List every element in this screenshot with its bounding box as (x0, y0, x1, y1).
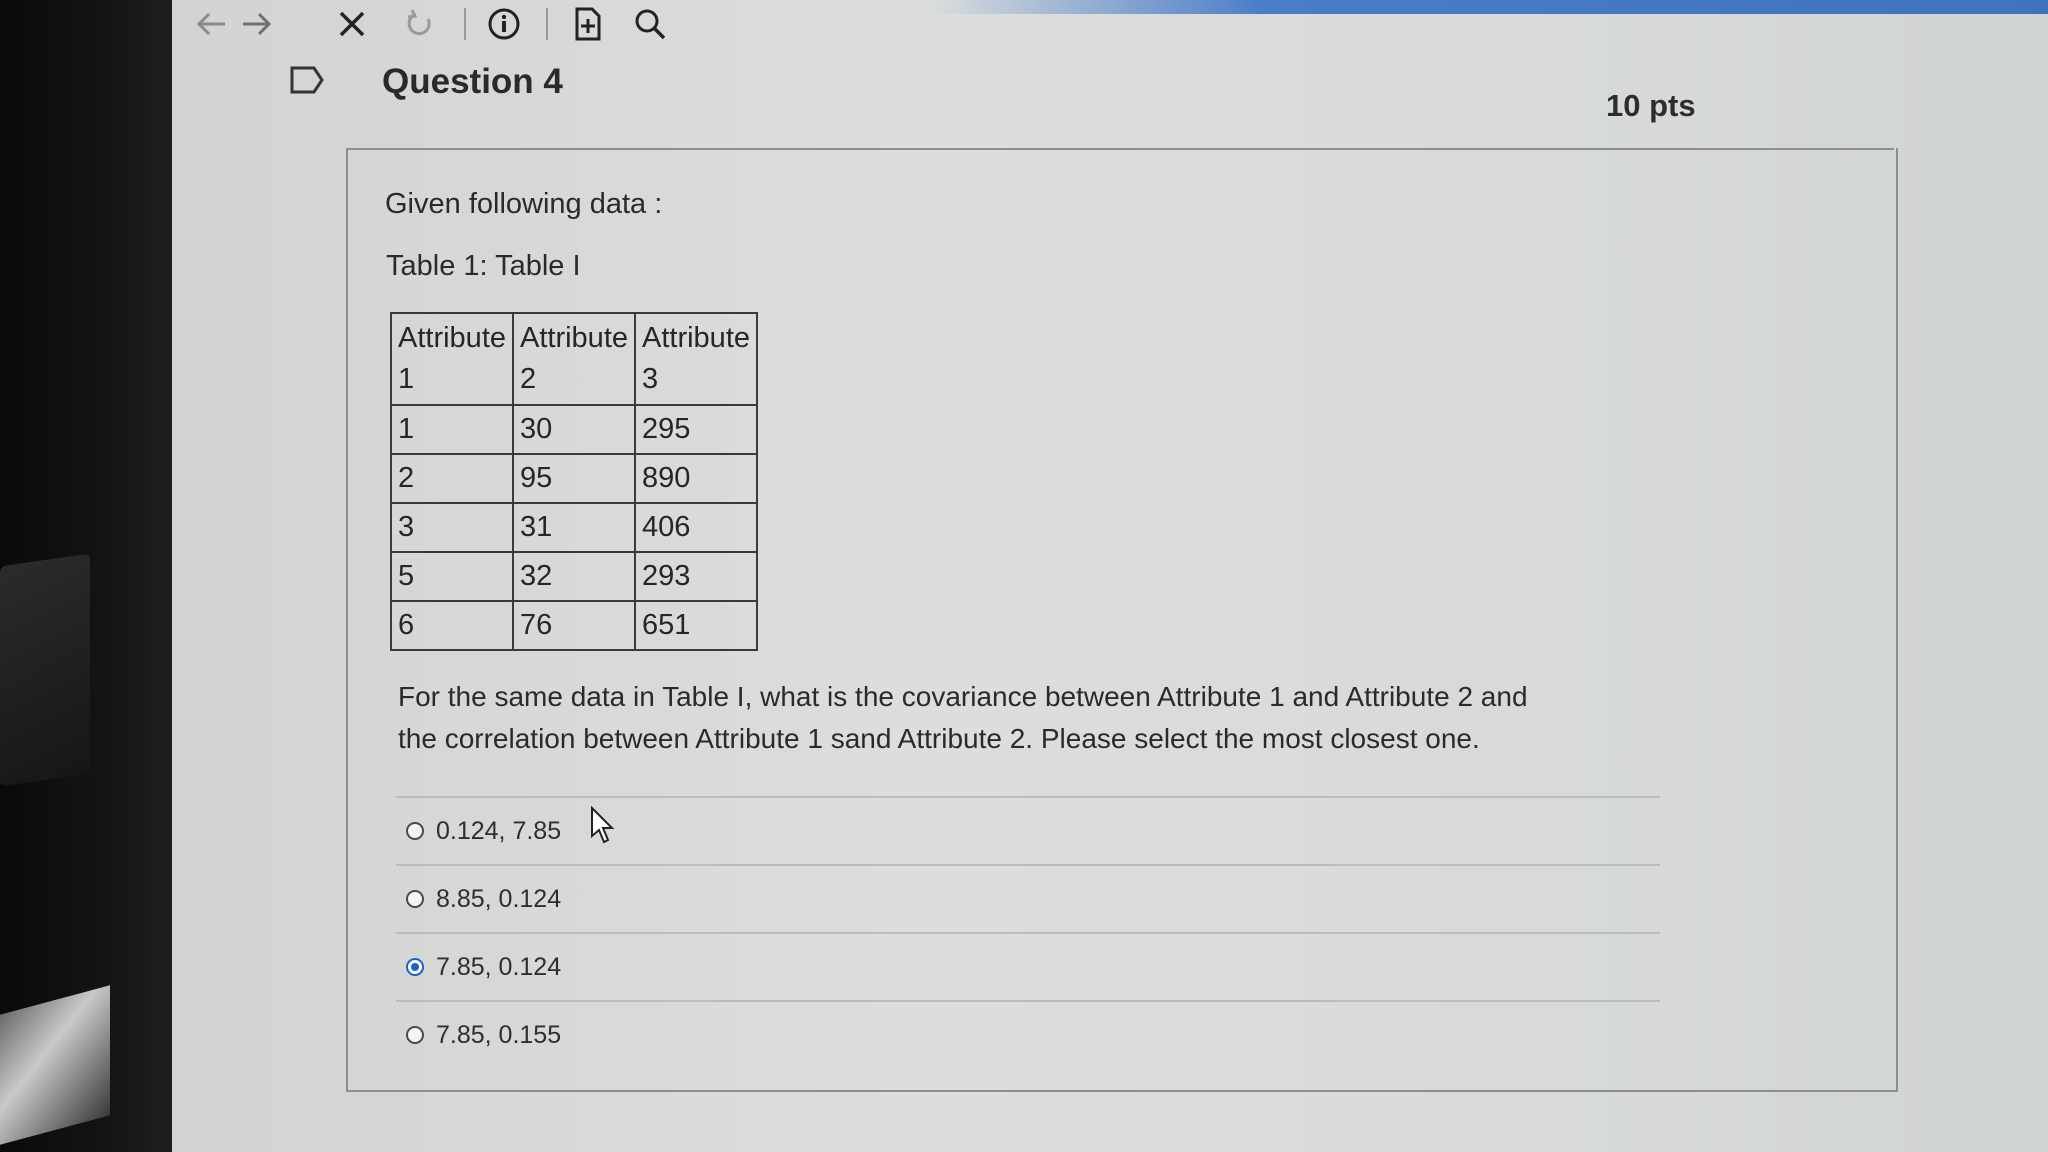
answer-label: 8.85, 0.124 (436, 884, 562, 913)
table-header-cell: Attribute 1 (390, 312, 514, 406)
table-header-cell: Attribute 2 (512, 312, 636, 406)
answer-option[interactable]: 7.85, 0.155 (396, 1000, 1660, 1068)
toolbar-separator (546, 8, 548, 40)
table-cell: 406 (634, 502, 758, 553)
table-cell: 30 (512, 404, 636, 455)
table-row: 2 95 890 (390, 453, 758, 504)
radio-button-selected[interactable] (406, 958, 424, 976)
table-cell: 6 (390, 600, 514, 651)
data-table: Attribute 1 Attribute 2 Attribute 3 1 30 29… (390, 312, 758, 651)
table-cell: 76 (512, 600, 636, 651)
answer-option[interactable]: 8.85, 0.124 (396, 864, 1660, 932)
answer-label: 7.85, 0.155 (436, 1020, 562, 1049)
table-cell: 2 (390, 453, 514, 504)
search-icon[interactable] (630, 4, 670, 44)
browser-screen: Question 4 10 pts Given following data :… (172, 0, 2048, 1152)
answer-list: 0.124, 7.85 8.85, 0.124 7.85, 0.124 7.85… (396, 796, 1660, 1068)
table-row: 3 31 406 (390, 502, 758, 553)
bookmark-icon[interactable] (290, 66, 324, 94)
table-cell: 651 (634, 600, 758, 651)
info-icon[interactable] (484, 4, 524, 44)
table-header-cell: Attribute 3 (634, 312, 758, 406)
table-cell: 95 (512, 453, 636, 504)
question-prompt: For the same data in Table I, what is th… (398, 681, 1528, 754)
table-cell: 32 (512, 551, 636, 602)
table-cell: 5 (390, 551, 514, 602)
answer-label: 0.124, 7.85 (436, 816, 562, 845)
table-row: 1 30 295 (390, 404, 758, 455)
arrow-right-icon[interactable] (236, 4, 276, 44)
table-cell: 1 (390, 404, 514, 455)
toolbar (172, 0, 2048, 48)
table-cell: 31 (512, 502, 636, 553)
radio-button[interactable] (406, 822, 424, 840)
close-icon[interactable] (332, 4, 372, 44)
add-page-icon[interactable] (568, 4, 608, 44)
arrow-left-icon[interactable] (192, 4, 232, 44)
reload-icon[interactable] (400, 4, 440, 44)
table-cell: 293 (634, 551, 758, 602)
radio-button[interactable] (406, 890, 424, 908)
table-cell: 890 (634, 453, 758, 504)
table-cell: 3 (390, 502, 514, 553)
radio-button[interactable] (406, 1026, 424, 1044)
answer-option[interactable]: 7.85, 0.124 (396, 932, 1660, 1000)
table-row: 6 76 651 (390, 600, 758, 651)
question-intro: Given following data : (385, 188, 663, 220)
answer-option[interactable]: 0.124, 7.85 (396, 796, 1660, 864)
question-title: Question 4 (382, 62, 563, 101)
desk-object (0, 553, 90, 787)
table-header-row: Attribute 1 Attribute 2 Attribute 3 (390, 312, 758, 406)
answer-label: 7.85, 0.124 (436, 952, 562, 981)
toolbar-separator (464, 8, 466, 40)
table-cell: 295 (634, 404, 758, 455)
table-caption: Table 1: Table I (386, 250, 581, 282)
hand-cursor-icon (588, 805, 618, 846)
points-label: 10 pts (1606, 88, 1696, 123)
table-row: 5 32 293 (390, 551, 758, 602)
